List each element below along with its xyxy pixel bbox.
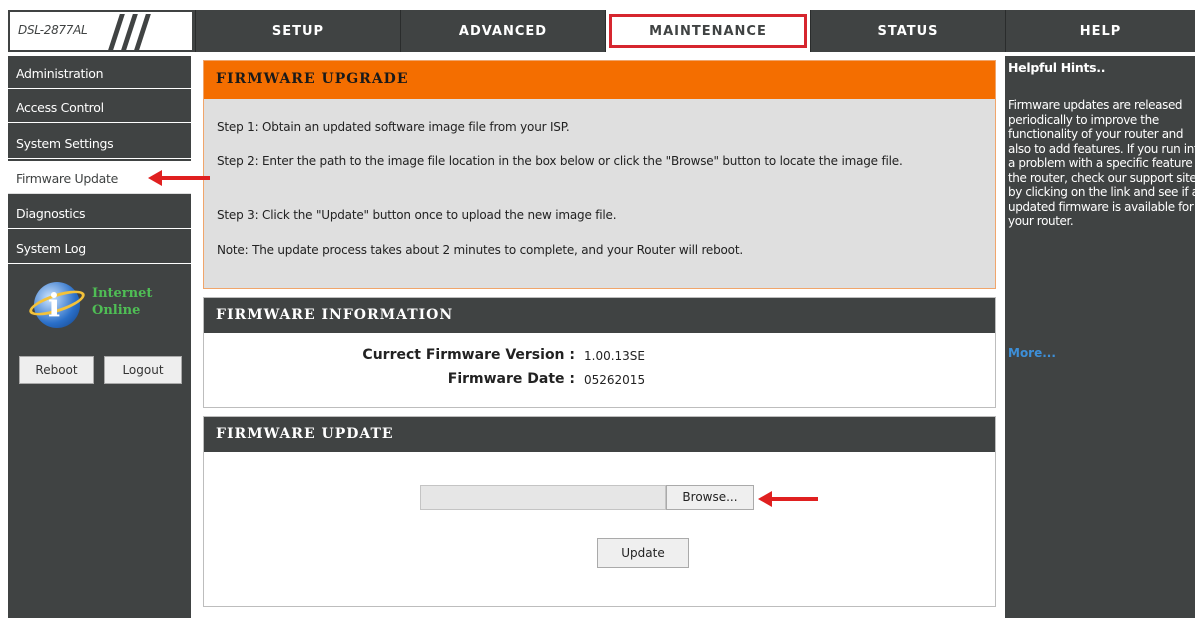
logout-button[interactable]: Logout <box>104 356 182 384</box>
sidebar-item-diagnostics[interactable]: Diagnostics <box>8 196 191 229</box>
firmware-update-panel: FIRMWARE UPDATE Browse... Update <box>203 416 996 607</box>
sidebar-item-system-log[interactable]: System Log <box>8 231 191 264</box>
panel-title: FIRMWARE UPGRADE <box>204 61 995 99</box>
firmware-date-value: 05262015 <box>584 373 646 387</box>
helpful-hints-panel: Helpful Hints.. Firmware updates are rel… <box>1005 56 1195 618</box>
hints-text: Firmware updates are released periodical… <box>1008 98 1195 228</box>
tab-advanced[interactable]: ADVANCED <box>400 10 605 52</box>
reboot-button[interactable]: Reboot <box>19 356 94 384</box>
sidebar-item-administration[interactable]: Administration <box>8 56 191 89</box>
hints-title: Helpful Hints.. <box>1008 60 1106 75</box>
internet-globe-icon: i <box>26 282 88 328</box>
more-link[interactable]: More... <box>1008 346 1056 360</box>
tab-setup[interactable]: SETUP <box>195 10 400 52</box>
note-text: Note: The update process takes about 2 m… <box>217 243 743 257</box>
step-2-text: Step 2: Enter the path to the image file… <box>217 154 903 168</box>
model-name: DSL-2877AL <box>18 23 88 37</box>
tab-maintenance[interactable]: MAINTENANCE <box>605 10 810 52</box>
top-nav: DSL-2877AL SETUP ADVANCED MAINTENANCE ST… <box>8 10 1195 52</box>
firmware-information-panel: FIRMWARE INFORMATION Currect Firmware Ve… <box>203 297 996 408</box>
firmware-date-label: Firmware Date : <box>447 371 575 387</box>
tab-status[interactable]: STATUS <box>810 10 1005 52</box>
panel-title: FIRMWARE UPDATE <box>204 417 995 452</box>
firmware-version-value: 1.00.13SE <box>584 349 646 363</box>
tab-help[interactable]: HELP <box>1005 10 1195 52</box>
step-3-text: Step 3: Click the "Update" button once t… <box>217 208 617 222</box>
sidebar-item-system-settings[interactable]: System Settings <box>8 126 191 159</box>
firmware-upgrade-panel: FIRMWARE UPGRADE Step 1: Obtain an updat… <box>203 60 996 289</box>
internet-status: Internet Online <box>92 286 153 318</box>
annotation-arrow-icon <box>148 170 210 186</box>
sidebar-item-access-control[interactable]: Access Control <box>8 90 191 123</box>
browse-button[interactable]: Browse... <box>666 485 754 510</box>
annotation-arrow-icon <box>758 491 818 507</box>
panel-title: FIRMWARE INFORMATION <box>204 298 995 333</box>
firmware-version-label: Currect Firmware Version : <box>362 347 575 363</box>
step-1-text: Step 1: Obtain an updated software image… <box>217 120 570 134</box>
brand-logo: DSL-2877AL <box>8 10 194 52</box>
logo-slash-icon <box>134 14 151 50</box>
sidebar: Administration Access Control System Set… <box>8 56 191 618</box>
firmware-file-input[interactable] <box>420 485 666 510</box>
update-button[interactable]: Update <box>597 538 689 568</box>
